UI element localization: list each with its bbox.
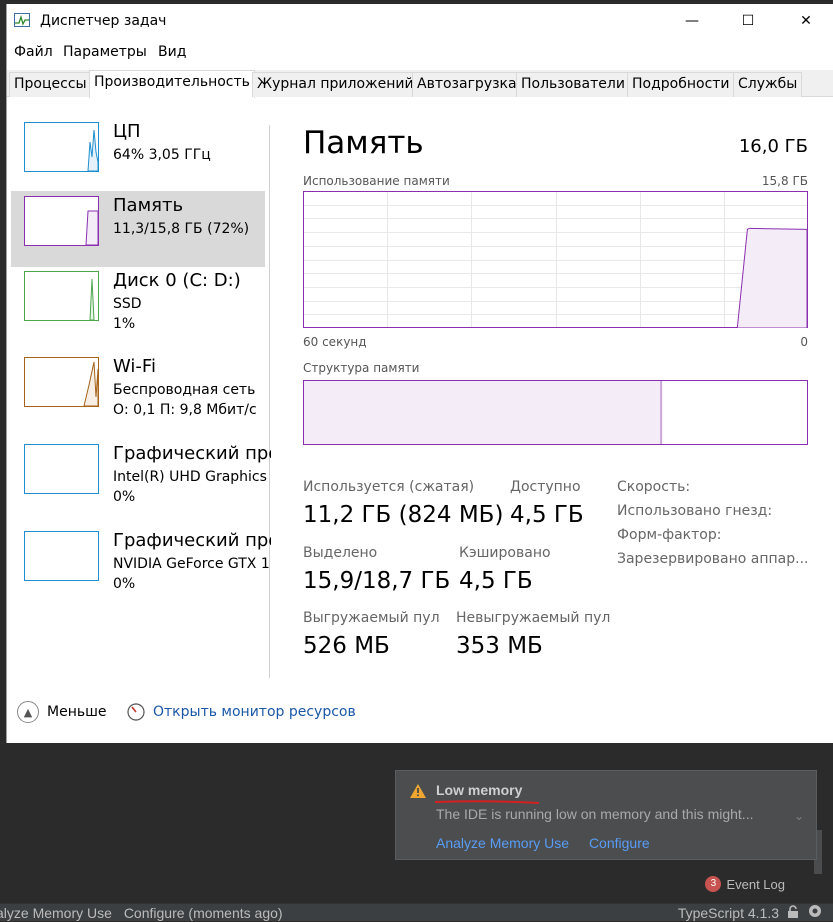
hardware-reserved-label: Зарезервировано аппар... [617,551,809,567]
menu-view[interactable]: Вид [158,44,186,60]
sidebar-item-name: Память [113,195,184,216]
memory-total: 16,0 ГБ [738,136,808,157]
task-manager-icon [14,13,30,27]
chevron-up-icon: ▲ [17,701,39,723]
sidebar-item-usage: О: 0,1 П: 9,8 Мбит/с [113,402,257,418]
sidebar-item-detail: 64% 3,05 ГГц [113,147,211,163]
form-factor-label: Форм-фактор: [617,527,722,543]
event-log[interactable]: 3 Event Log [705,876,785,892]
sidebar-item-gpu-intel[interactable]: Графический про Intel(R) UHD Graphics 6 … [11,439,271,515]
sidebar-item-name: Диск 0 (C: D:) [113,270,241,291]
in-use-value: 11,2 ГБ (824 МБ) [303,502,504,528]
notification-title: Low memory [436,782,523,798]
window-footer: ▲ Меньше Открыть монитор ресурсов [7,699,833,729]
memory-thumbnail [24,196,99,246]
warning-icon [410,784,426,798]
event-log-badge: 3 [705,876,722,892]
fewer-details-label: Меньше [47,704,107,720]
committed-label: Выделено [303,545,378,561]
close-button[interactable]: ✕ [783,4,829,38]
ide-statusbar: alyze Memory Use Configure (moments ago)… [0,903,833,921]
open-resource-monitor-link[interactable]: Открыть монитор ресурсов [127,703,356,721]
tab-app-history[interactable]: Журнал приложений [252,72,419,97]
sidebar-item-detail: Intel(R) UHD Graphics 6 [113,469,269,485]
window-title: Диспетчер задач [40,13,167,29]
menu-options[interactable]: Параметры [63,44,147,60]
cpu-thumbnail [24,122,99,172]
tab-services[interactable]: Службы [733,72,803,97]
memory-structure-bar [303,380,808,445]
cached-label: Кэшировано [459,545,551,561]
usage-chart-max: 15,8 ГБ [761,174,808,188]
event-log-label: Event Log [726,876,785,892]
disk-thumbnail [24,271,99,321]
analyze-memory-link[interactable]: Analyze Memory Use [436,835,569,851]
notification-message: The IDE is running low on memory and thi… [436,806,754,822]
usage-chart-label: Использование памяти [303,174,450,188]
gpu-nvidia-thumbnail [24,531,99,581]
sidebar-item-detail: SSD [113,296,142,312]
tab-performance[interactable]: Производительность [89,70,255,98]
structure-label: Структура памяти [303,361,420,375]
sidebar-item-detail: 11,3/15,8 ГБ (72%) [113,221,250,237]
sidebar-item-name: ЦП [113,121,141,142]
tab-details[interactable]: Подробности [627,72,735,97]
sidebar-item-cpu[interactable]: ЦП 64% 3,05 ГГц [11,117,265,193]
title-bar[interactable]: Диспетчер задач — ☐ ✕ [7,4,833,38]
red-underline-annotation [434,800,540,804]
available-value: 4,5 ГБ [510,502,584,528]
in-use-label: Используется (сжатая) [303,479,475,495]
inspector-icon[interactable] [807,904,823,922]
typescript-version[interactable]: TypeScript 4.1.3 [678,904,779,922]
paged-pool-value: 526 МБ [303,633,390,659]
wifi-thumbnail [24,357,99,407]
fewer-details-button[interactable]: ▲ Меньше [17,701,107,723]
tab-bar: Процессы Производительность Журнал прило… [7,70,833,98]
available-label: Доступно [510,479,581,495]
page-title: Память [303,125,424,161]
maximize-button[interactable]: ☐ [725,4,771,38]
sidebar-item-detail: NVIDIA GeForce GTX 10 [113,556,269,572]
sidebar-item-memory[interactable]: Память 11,3/15,8 ГБ (72%) [11,191,265,267]
status-configure[interactable]: Configure (moments ago) [124,905,283,921]
sidebar-item-detail: Беспроводная сеть [113,382,256,398]
low-memory-notification: Low memory The IDE is running low on mem… [395,770,817,860]
sidebar-item-wifi[interactable]: Wi-Fi Беспроводная сеть О: 0,1 П: 9,8 Мб… [11,352,265,428]
paged-pool-label: Выгружаемый пул [303,610,440,626]
nonpaged-pool-label: Невыгружаемый пул [456,610,611,626]
cached-value: 4,5 ГБ [459,568,533,594]
task-manager-window: Диспетчер задач — ☐ ✕ Файл Параметры Вид… [6,4,833,743]
sidebar-item-name: Графический про [113,443,271,464]
speed-label: Скорость: [617,479,691,495]
sidebar-item-disk[interactable]: Диск 0 (C: D:) SSD 1% [11,266,265,342]
sidebar-item-name: Графический про [113,530,271,551]
time-axis-right: 0 [800,335,808,349]
sidebar-item-name: Wi-Fi [113,356,156,377]
resource-monitor-label: Открыть монитор ресурсов [153,704,356,720]
resource-sidebar: ЦП 64% 3,05 ГГц Память 11,3/15,8 ГБ (72%… [7,98,271,688]
resource-monitor-icon [127,703,145,721]
slots-label: Использовано гнезд: [617,503,773,519]
menu-file[interactable]: Файл [14,44,53,60]
minimize-button[interactable]: — [669,4,715,38]
chevron-down-icon[interactable]: ⌄ [794,809,804,823]
tab-processes[interactable]: Процессы [9,72,92,97]
time-axis-left: 60 секунд [303,335,367,349]
gpu-intel-thumbnail [24,444,99,494]
sidebar-item-usage: 1% [113,316,136,332]
tab-startup[interactable]: Автозагрузка [412,72,522,97]
tab-users[interactable]: Пользователи [516,72,630,97]
nonpaged-pool-value: 353 МБ [456,633,543,659]
sidebar-item-usage: 0% [113,489,136,505]
committed-value: 15,9/18,7 ГБ [303,568,451,594]
sidebar-item-usage: 0% [113,576,136,592]
sidebar-item-gpu-nvidia[interactable]: Графический про NVIDIA GeForce GTX 10 0% [11,526,271,602]
status-analyze[interactable]: alyze Memory Use [0,905,112,921]
memory-usage-chart [303,191,808,328]
lock-icon[interactable] [787,904,799,922]
configure-link[interactable]: Configure [589,835,650,851]
